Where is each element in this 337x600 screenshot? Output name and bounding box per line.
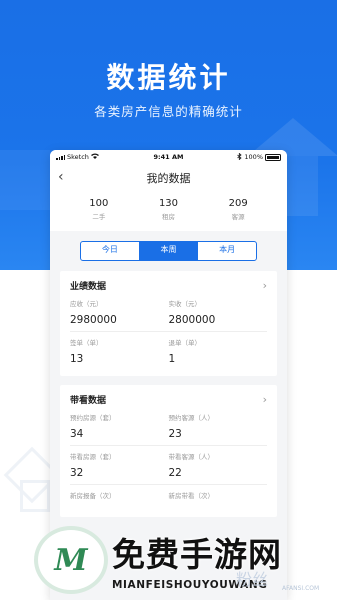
status-time: 9:41 AM [153, 153, 184, 161]
watermark-text: 粉丝 [236, 570, 269, 589]
hero-subtitle: 各类房产信息的精确统计 [94, 104, 243, 119]
card-title: 带看数据 [70, 395, 107, 406]
field-label: 应收（元） [70, 300, 103, 308]
field-value: 23 [168, 428, 182, 440]
field-label: 新房报备（次） [70, 492, 116, 500]
chevron-right-icon[interactable]: › [263, 393, 267, 406]
field-label: 带看客源（人） [168, 453, 215, 461]
stat-item[interactable]: 209 客源 [213, 198, 263, 221]
stat-label: 租房 [161, 213, 175, 221]
field-label: 新房带看（次） [168, 492, 215, 500]
data-field: 应收（元） 2980000 [70, 293, 169, 331]
data-field: 新房报备（次） [70, 485, 169, 511]
data-field: 新房带看（次） [169, 485, 268, 511]
chevron-left-icon[interactable]: ‹ [58, 169, 64, 185]
field-label: 退单（单） [168, 339, 202, 347]
performance-header[interactable]: 业绩数据 › [70, 277, 267, 293]
tab-today[interactable]: 今日 [81, 242, 139, 260]
field-value: 1 [168, 353, 176, 365]
viewing-card: 带看数据 › 预约房源（套） 34 预约客源（人） 23 带看房源（套） 32 … [60, 385, 277, 517]
field-label: 签单（单） [70, 339, 103, 347]
tab-this-month[interactable]: 本月 [197, 242, 256, 260]
data-field: 预约房源（套） 34 [70, 407, 169, 445]
data-field: 带看房源（套） 32 [70, 446, 169, 484]
data-field: 实收（元） 2800000 [169, 293, 268, 331]
performance-card: 业绩数据 › 应收（元） 2980000 实收（元） 2800000 签单（单）… [60, 271, 277, 376]
field-value: 2980000 [70, 314, 117, 326]
field-value: 13 [70, 353, 84, 365]
tab-this-week[interactable]: 本周 [138, 242, 198, 260]
stat-value: 100 [89, 198, 109, 209]
stat-label: 二手 [92, 213, 106, 221]
hero-title: 数据统计 [106, 61, 231, 94]
site-logo-icon: M [38, 530, 104, 590]
background-house-outline [20, 480, 50, 512]
period-selector: 今日 本周 本月 [50, 231, 287, 271]
card-title: 业绩数据 [70, 281, 107, 292]
data-field: 退单（单） 1 [169, 332, 268, 370]
summary-stats: 100 二手 130 租房 209 客源 [50, 192, 287, 231]
watermark-url: AFANSI.COM [282, 585, 320, 592]
field-label: 带看房源（套） [70, 453, 116, 461]
field-value: 34 [70, 428, 84, 440]
chevron-right-icon[interactable]: › [263, 279, 267, 292]
field-label: 预约房源（套） [70, 414, 116, 422]
status-bar: Sketch 9:41 AM 100% [50, 150, 287, 164]
field-value: 32 [70, 467, 84, 479]
page-title: 我的数据 [146, 172, 191, 185]
field-value: 22 [168, 467, 182, 479]
stat-item[interactable]: 130 租房 [143, 198, 193, 221]
data-field: 带看客源（人） 22 [169, 446, 268, 484]
stat-label: 客源 [231, 213, 245, 221]
field-label: 实收（元） [168, 300, 202, 308]
field-value: 2800000 [168, 314, 216, 326]
viewing-header[interactable]: 带看数据 › [70, 391, 267, 407]
data-field: 签单（单） 13 [70, 332, 169, 370]
data-field: 预约客源（人） 23 [169, 407, 268, 445]
field-label: 预约客源（人） [168, 414, 215, 422]
stat-item[interactable]: 100 二手 [74, 198, 124, 221]
stat-value: 130 [158, 198, 179, 209]
nav-bar: ‹ 我的数据 [50, 164, 287, 192]
stat-value: 209 [228, 198, 248, 209]
